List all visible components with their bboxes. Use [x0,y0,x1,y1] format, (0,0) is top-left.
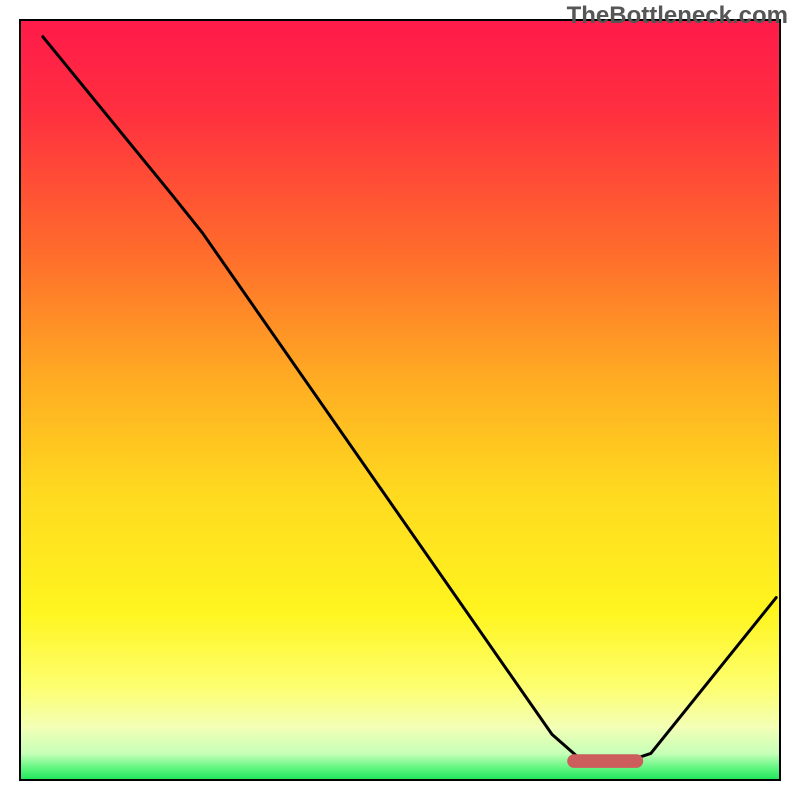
chart-canvas [0,0,800,800]
bottleneck-chart: TheBottleneck.com [0,0,800,800]
plot-background [20,20,780,780]
watermark-text: TheBottleneck.com [567,2,788,30]
target-marker [567,754,643,768]
